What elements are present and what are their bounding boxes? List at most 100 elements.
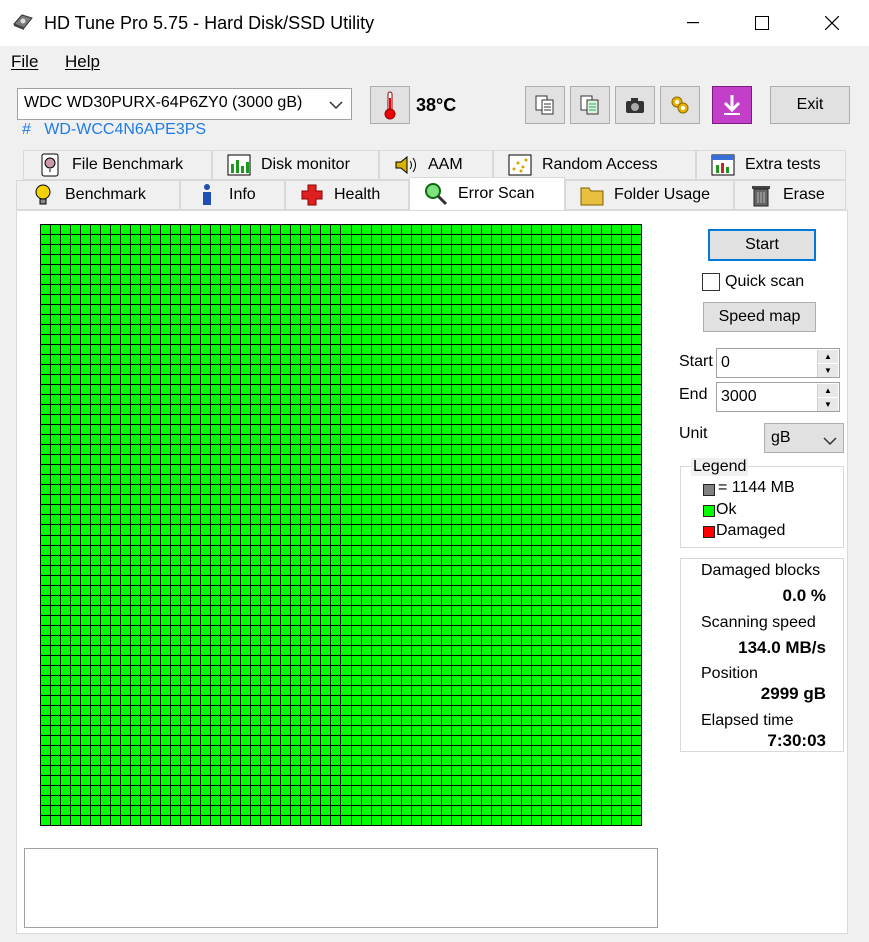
scan-block: [511, 325, 521, 335]
tab-random-access[interactable]: Random Access: [493, 150, 696, 180]
scan-block: [371, 495, 381, 505]
spin-up-icon[interactable]: ▲: [817, 384, 838, 397]
scan-block: [201, 685, 211, 695]
scan-block: [111, 675, 121, 685]
scan-block: [151, 505, 161, 515]
scan-block: [221, 635, 231, 645]
scan-block: [531, 695, 541, 705]
scan-block: [461, 545, 471, 555]
screenshot-button[interactable]: [615, 86, 655, 124]
scan-block: [311, 795, 321, 805]
quick-scan-checkbox[interactable]: [702, 273, 720, 291]
scan-block: [601, 715, 611, 725]
scan-block: [211, 675, 221, 685]
scan-block: [271, 235, 281, 245]
scan-block: [601, 435, 611, 445]
scan-block: [61, 815, 71, 825]
scan-block: [251, 345, 261, 355]
scan-block: [331, 535, 341, 545]
tab-file-benchmark[interactable]: File Benchmark: [23, 150, 212, 180]
window-title: HD Tune Pro 5.75 - Hard Disk/SSD Utility: [44, 13, 375, 33]
scan-block: [391, 755, 401, 765]
scan-block: [231, 265, 241, 275]
options-button[interactable]: [660, 86, 700, 124]
scan-block: [251, 685, 261, 695]
camera-icon: [626, 98, 644, 113]
scan-block: [581, 565, 591, 575]
scan-block: [621, 535, 631, 545]
scan-block: [381, 295, 391, 305]
speed-map-button[interactable]: Speed map: [703, 302, 816, 332]
scan-block: [51, 565, 61, 575]
scan-block: [311, 735, 321, 745]
scan-block: [61, 435, 71, 445]
tab-benchmark[interactable]: Benchmark: [16, 180, 180, 210]
scan-block: [51, 695, 61, 705]
temperature-button[interactable]: [370, 86, 410, 124]
exit-button[interactable]: Exit: [770, 86, 850, 124]
scan-block: [581, 805, 591, 815]
end-position-spinner[interactable]: 3000 ▲ ▼: [716, 382, 840, 412]
scan-block: [291, 705, 301, 715]
scan-block: [381, 805, 391, 815]
spin-down-icon[interactable]: ▼: [817, 398, 838, 411]
tab-error-scan[interactable]: Error Scan: [409, 177, 565, 210]
scan-block: [561, 615, 571, 625]
scan-block: [41, 465, 51, 475]
scan-block: [61, 725, 71, 735]
tab-info[interactable]: Info: [180, 180, 285, 210]
tab-extra-tests[interactable]: Extra tests: [696, 150, 846, 180]
scan-block: [51, 325, 61, 335]
scan-block: [321, 335, 331, 345]
scan-block: [511, 315, 521, 325]
scan-block: [231, 675, 241, 685]
scan-block: [491, 465, 501, 475]
scan-block: [371, 535, 381, 545]
scan-block: [81, 725, 91, 735]
tab-folder-usage[interactable]: Folder Usage: [565, 180, 734, 210]
scan-block: [301, 405, 311, 415]
scan-block: [211, 615, 221, 625]
tab-health[interactable]: Health: [285, 180, 409, 210]
scan-block: [321, 395, 331, 405]
scan-block: [61, 305, 71, 315]
drive-select[interactable]: WDC WD30PURX-64P6ZY0 (3000 gB): [17, 88, 352, 120]
scan-block: [341, 555, 351, 565]
menu-help[interactable]: Help: [65, 52, 100, 72]
scan-block: [511, 715, 521, 725]
scan-block: [521, 295, 531, 305]
tab-erase[interactable]: Erase: [734, 180, 846, 210]
scan-block: [631, 505, 641, 515]
scan-block: [361, 505, 371, 515]
scan-block: [501, 655, 511, 665]
maximize-button[interactable]: [739, 0, 785, 46]
scan-block: [131, 735, 141, 745]
spin-up-icon[interactable]: ▲: [817, 350, 838, 363]
scan-block: [341, 255, 351, 265]
minimize-button[interactable]: [670, 0, 716, 46]
scan-block: [191, 315, 201, 325]
unit-select[interactable]: gB: [764, 423, 844, 453]
scan-block: [371, 435, 381, 445]
scan-block: [571, 245, 581, 255]
start-position-spinner[interactable]: 0 ▲ ▼: [716, 348, 840, 378]
save-button[interactable]: [712, 86, 752, 124]
scan-block: [321, 755, 331, 765]
scan-block: [411, 345, 421, 355]
scan-block: [181, 235, 191, 245]
copy-all-button[interactable]: [570, 86, 610, 124]
scan-block: [491, 455, 501, 465]
scan-block: [611, 755, 621, 765]
start-button[interactable]: Start: [708, 229, 816, 261]
scan-block: [51, 735, 61, 745]
spin-down-icon[interactable]: ▼: [817, 364, 838, 377]
copy-all-icon: [580, 95, 599, 115]
scan-block: [221, 385, 231, 395]
scan-block: [611, 595, 621, 605]
menu-file[interactable]: File: [11, 52, 38, 72]
scan-block: [91, 485, 101, 495]
tab-disk-monitor[interactable]: Disk monitor: [212, 150, 379, 180]
copy-info-button[interactable]: [525, 86, 565, 124]
tab-aam[interactable]: AAM: [379, 150, 493, 180]
close-button[interactable]: [809, 0, 855, 46]
